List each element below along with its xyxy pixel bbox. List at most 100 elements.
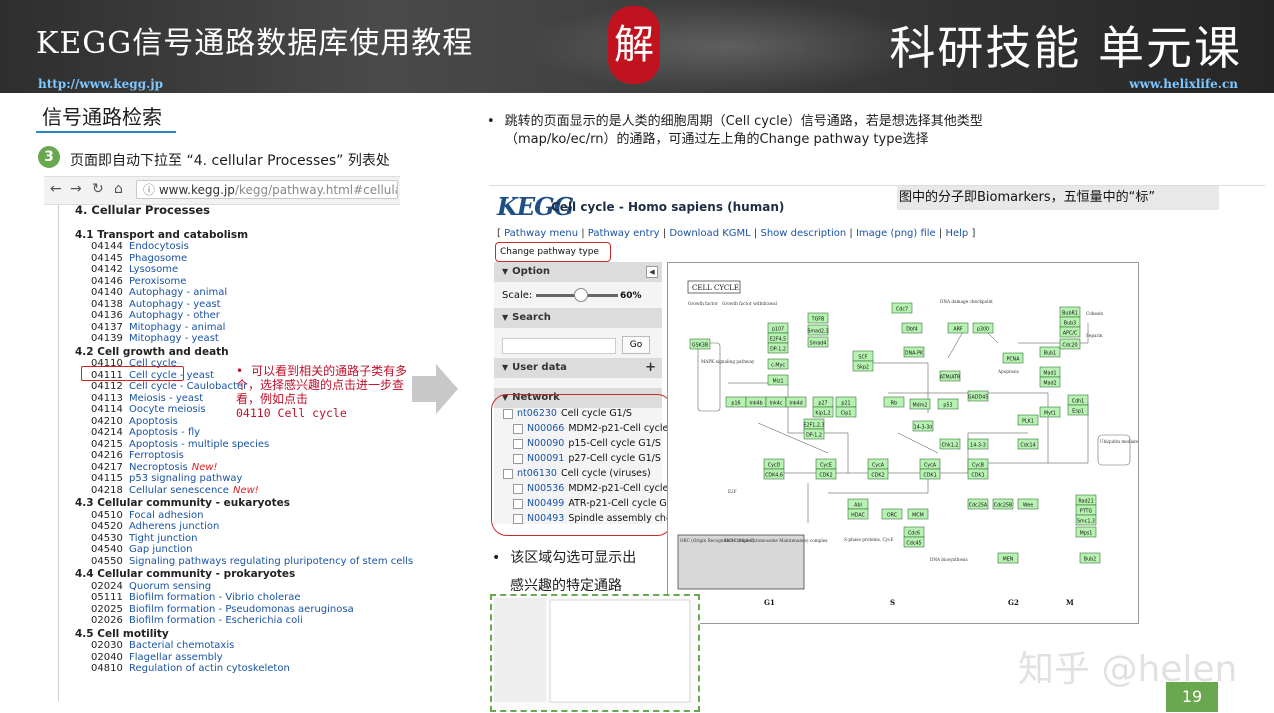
pathway-link[interactable]: Bacterial chemotaxis [129, 640, 234, 651]
banner-url-right[interactable]: www.helixlife.cn [1129, 77, 1238, 91]
pathway-link[interactable]: Necroptosis [129, 462, 188, 473]
change-pathway-type-button[interactable]: Change pathway type [495, 242, 611, 262]
pathway-list-item[interactable]: 04139 Mitophagy - yeast [91, 333, 409, 345]
pathway-list-item[interactable]: 02040 Flagellar assembly [91, 652, 409, 664]
pathway-list-item[interactable]: 02026 Biofilm formation - Escherichia col… [91, 615, 409, 627]
pathway-link[interactable]: Lysosome [129, 264, 178, 275]
pathway-link[interactable]: Autophagy - other [129, 310, 220, 321]
pathway-link[interactable]: Biofilm formation - Vibrio cholerae [129, 592, 301, 603]
url-path: /kegg/pathway.html#cellular [234, 183, 398, 197]
option-header[interactable]: ▼ Option ◀ [494, 262, 662, 282]
pathway-list-item[interactable]: 02025 Biofilm formation - Pseudomonas aer… [91, 604, 409, 616]
pathway-link[interactable]: Apoptosis - fly [129, 427, 200, 438]
pathway-link[interactable]: Cell cycle - Caulobacter [129, 381, 247, 392]
pathway-link[interactable]: Apoptosis - multiple species [129, 439, 269, 450]
network-highlight-oval [491, 394, 673, 536]
gene-node-label: GADD45 [968, 395, 989, 401]
pathway-list-item[interactable]: 04115 p53 signaling pathway [91, 473, 409, 485]
pathway-list-item[interactable]: 04215 Apoptosis - multiple species [91, 439, 409, 451]
pathway-list-item[interactable]: 04550 Signaling pathways regulating pluri… [91, 556, 413, 568]
pathway-list-item[interactable]: 05111 Biofilm formation - Vibrio cholerae [91, 592, 409, 604]
gene-node-label: DP-1,2 [806, 433, 822, 439]
pathway-link[interactable]: Tight junction [129, 533, 197, 544]
pathway-link[interactable]: Autophagy - yeast [129, 299, 221, 310]
gene-node-label: ATM/ATR [940, 375, 961, 381]
pathway-list-item[interactable]: 02024 Quorum sensing [91, 581, 409, 593]
pathway-link[interactable]: Endocytosis [129, 241, 189, 252]
pathway-link[interactable]: Mitophagy - animal [129, 322, 225, 333]
go-button[interactable]: Go [622, 336, 650, 354]
subcategory-title: 4.5 Cell motility [75, 627, 169, 640]
pathway-list-item[interactable]: 04218 Cellular senescence New! [91, 485, 409, 497]
back-arrow-icon[interactable]: ← [50, 181, 62, 197]
pathway-link[interactable]: Biofilm formation - Pseudomonas aerugino… [129, 604, 354, 615]
pathway-link[interactable]: Apoptosis [129, 416, 178, 427]
section-underline [36, 131, 176, 133]
pathway-list-item[interactable]: 04530 Tight junction [91, 533, 409, 545]
forward-arrow-icon[interactable]: → [70, 181, 82, 197]
reload-icon[interactable]: ↻ [92, 181, 104, 197]
pathway-list-item[interactable]: 04144 Endocytosis [91, 241, 409, 253]
scale-label: Scale: [502, 290, 533, 301]
gene-node-label: p107 [772, 327, 784, 333]
pathway-link[interactable]: Focal adhesion [129, 510, 204, 521]
scale-slider-knob[interactable] [574, 288, 588, 302]
pathway-nav-link[interactable]: Show description [760, 228, 846, 239]
pathway-nav-link[interactable]: Pathway menu [504, 228, 578, 239]
pathway-id: 04810 [91, 663, 123, 674]
pathway-list-item[interactable]: 04137 Mitophagy - animal [91, 322, 409, 334]
pathway-link[interactable]: Flagellar assembly [129, 652, 223, 663]
pathway-list-item[interactable]: 04142 Lysosome [91, 264, 409, 276]
pathway-link[interactable]: Oocyte meiosis [129, 404, 206, 415]
address-bar[interactable]: ⓘ www.kegg.jp/kegg/pathway.html#cellular [136, 180, 398, 199]
pathway-link[interactable]: Biofilm formation - Escherichia coli [129, 615, 303, 626]
pathway-nav-link[interactable]: Image (png) file [856, 228, 936, 239]
pathway-nav-link[interactable]: Help [945, 228, 968, 239]
pathway-link[interactable]: p53 signaling pathway [129, 473, 242, 484]
banner-url-left[interactable]: http://www.kegg.jp [38, 77, 163, 91]
banner-right-title: 科研技能 单元课 [889, 21, 1242, 75]
pathway-list-item[interactable]: 04810 Regulation of actin cytoskeleton [91, 663, 409, 675]
pathway-list-item[interactable]: 04138 Autophagy - yeast [91, 299, 409, 311]
pathway-link[interactable]: Meiosis - yeast [129, 393, 203, 404]
pathway-list-item[interactable]: 04217 Necroptosis New! [91, 462, 409, 474]
url-host: www.kegg.jp [158, 183, 235, 197]
home-icon[interactable]: ⌂ [114, 181, 123, 197]
pathway-list-item[interactable]: 02030 Bacterial chemotaxis [91, 640, 409, 652]
pathway-list-item[interactable]: 04145 Phagosome [91, 253, 409, 265]
new-badge: New! [232, 484, 259, 496]
pathway-list-item[interactable]: 04520 Adherens junction [91, 521, 409, 533]
pathway-link[interactable]: Regulation of actin cytoskeleton [129, 663, 290, 674]
pathway-id: 04144 [91, 241, 123, 252]
pathway-nav-link[interactable]: Pathway entry [588, 228, 660, 239]
user-data-header[interactable]: ▼ User data + [494, 358, 662, 378]
search-header[interactable]: ▼ Search [494, 308, 662, 328]
pathway-link[interactable]: Autophagy - animal [129, 287, 227, 298]
pathway-list-item[interactable]: 04214 Apoptosis - fly [91, 427, 409, 439]
cell-cycle-highlight-box [81, 366, 184, 381]
pathway-link[interactable]: Ferroptosis [129, 450, 184, 461]
pathway-list-item[interactable]: 04540 Gap junction [91, 544, 409, 556]
plus-icon[interactable]: + [645, 358, 656, 378]
pathway-link[interactable]: Gap junction [129, 544, 193, 555]
pathway-nav-link[interactable]: Download KGML [669, 228, 750, 239]
pathway-list-item[interactable]: 04140 Autophagy - animal [91, 287, 409, 299]
pathway-link[interactable]: Signaling pathways regulating pluripoten… [129, 556, 413, 567]
pathway-link[interactable]: Cellular senescence [129, 485, 229, 496]
pathway-list-item[interactable]: 04136 Autophagy - other [91, 310, 409, 322]
pathway-link[interactable]: Peroxisome [129, 276, 186, 287]
pathway-link[interactable]: Quorum sensing [129, 581, 211, 592]
pathway-link[interactable]: Phagosome [129, 253, 187, 264]
pathway-id: 04214 [91, 427, 123, 438]
pathway-id: 04217 [91, 461, 123, 473]
collapse-arrow-icon[interactable]: ◀ [646, 266, 658, 278]
pathway-link[interactable]: Adherens junction [129, 521, 219, 532]
pathway-list-item[interactable]: 04216 Ferroptosis [91, 450, 409, 462]
pathway-list-item[interactable]: 04510 Focal adhesion [91, 510, 409, 522]
gene-node-label: Cdc25A [969, 503, 988, 509]
search-input[interactable] [502, 338, 616, 354]
gene-node-label: BubR1 [1062, 311, 1078, 317]
gene-node-label: CycA [924, 463, 937, 469]
pathway-link[interactable]: Mitophagy - yeast [129, 333, 219, 344]
pathway-list-item[interactable]: 04146 Peroxisome [91, 276, 409, 288]
